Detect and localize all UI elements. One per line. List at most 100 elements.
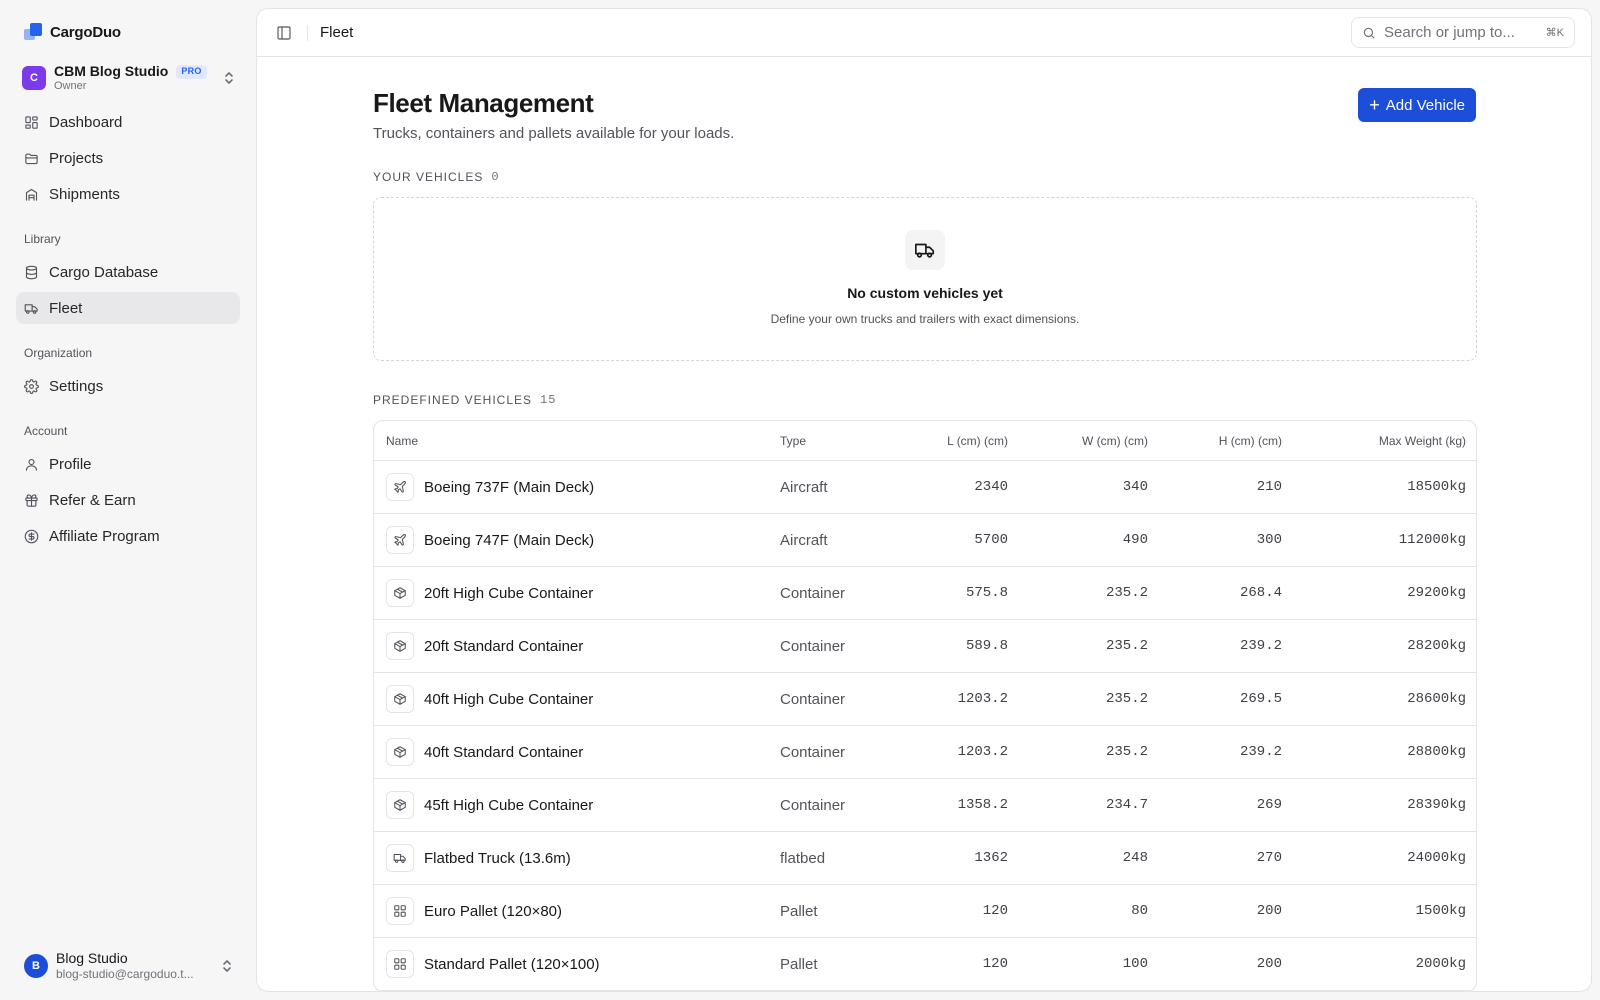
- org-switcher[interactable]: C CBM Blog Studio PRO Owner: [16, 63, 240, 92]
- vehicle-width: 234.7: [1105, 797, 1148, 813]
- vehicle-length: 2340: [974, 479, 1008, 495]
- vehicle-length: 1203.2: [957, 744, 1008, 760]
- table-row[interactable]: 40ft Standard Container Container 1203.2 23…: [374, 726, 1476, 779]
- brand-name: CargoDuo: [50, 23, 121, 41]
- truck-icon: [386, 844, 414, 872]
- nav-label: Refer & Earn: [49, 491, 136, 509]
- dollar-icon: [24, 529, 39, 543]
- vehicle-height: 300: [1256, 532, 1282, 548]
- vehicle-height: 200: [1256, 903, 1282, 919]
- vehicle-max-weight: 1500kg: [1415, 903, 1466, 919]
- predefined-vehicles-heading: PREDEFINED VEHICLES 15: [373, 393, 1477, 407]
- table-row[interactable]: 45ft High Cube Container Container 1358.2 2…: [374, 779, 1476, 832]
- add-vehicle-button[interactable]: + Add Vehicle: [1358, 88, 1476, 122]
- empty-state: No custom vehicles yet Define your own t…: [373, 197, 1477, 361]
- vehicle-type: flatbed: [780, 849, 826, 867]
- name-cell: Boeing 737F (Main Deck): [374, 473, 768, 501]
- vehicle-length: 1362: [974, 850, 1008, 866]
- your-vehicles-heading: YOUR VEHICLES 0: [373, 170, 1477, 184]
- table-row[interactable]: 40ft High Cube Container Container 1203.2 2…: [374, 673, 1476, 726]
- vehicle-length: 120: [982, 903, 1008, 919]
- table-row[interactable]: Flatbed Truck (13.6m) flatbed 1362 248 270 24…: [374, 832, 1476, 885]
- nav-item-fleet[interactable]: Fleet: [16, 292, 240, 324]
- vehicle-max-weight: 28390kg: [1407, 797, 1466, 813]
- nav-item-cargo-database[interactable]: Cargo Database: [16, 256, 240, 288]
- nav-label: Shipments: [49, 185, 120, 203]
- empty-state-description: Define your own trucks and trailers with…: [770, 312, 1080, 326]
- sidebar-toggle-icon: [277, 25, 291, 40]
- column-header-width[interactable]: W (cm) (cm): [1020, 434, 1160, 448]
- divider: [307, 24, 308, 41]
- column-header-length[interactable]: L (cm) (cm): [892, 434, 1020, 448]
- database-icon: [25, 265, 38, 279]
- table-row[interactable]: Standard Pallet (120×100) Pallet 120 100 200…: [374, 938, 1476, 991]
- table-row[interactable]: 20ft High Cube Container Container 575.8 23…: [374, 567, 1476, 620]
- pallet-icon: [386, 897, 414, 925]
- nav-section-organization: Organization: [24, 346, 93, 360]
- vehicle-length: 120: [982, 956, 1008, 972]
- vehicle-type: Container: [780, 690, 846, 708]
- nav-section-library: Library: [24, 232, 61, 246]
- brand[interactable]: CargoDuo: [16, 0, 240, 64]
- column-header-max-weight[interactable]: Max Weight (kg): [1294, 434, 1476, 448]
- vehicle-length: 575.8: [965, 585, 1008, 601]
- search-input[interactable]: Search or jump to... ⌘K: [1351, 17, 1575, 48]
- nav-section-account: Account: [24, 424, 68, 438]
- plane-icon: [386, 473, 414, 501]
- nav-item-shipments[interactable]: Shipments: [16, 178, 240, 210]
- nav-label: Profile: [49, 455, 92, 473]
- vehicle-max-weight: 28600kg: [1407, 691, 1466, 707]
- table-row[interactable]: Euro Pallet (120×80) Pallet 120 80 200 1500kg: [374, 885, 1476, 938]
- shipments-icon: [25, 188, 38, 201]
- plan-badge: PRO: [176, 65, 207, 79]
- vehicle-type: Pallet: [780, 902, 818, 920]
- column-header-type[interactable]: Type: [768, 434, 892, 448]
- topbar: Fleet Search or jump to... ⌘K: [257, 9, 1591, 57]
- cargoduo-logo-icon: [24, 23, 42, 41]
- user-email: blog-studio@cargoduo.t...: [56, 967, 194, 981]
- vehicle-type: Container: [780, 796, 846, 814]
- nav-item-settings[interactable]: Settings: [16, 370, 240, 402]
- page-title: Fleet Management: [373, 88, 594, 118]
- search-shortcut: ⌘K: [1545, 27, 1564, 39]
- section-title: YOUR VEHICLES: [373, 170, 484, 184]
- nav-item-refer-earn[interactable]: Refer & Earn: [16, 484, 240, 516]
- container-icon: [386, 738, 414, 766]
- nav-label: Dashboard: [49, 113, 123, 131]
- nav-label: Settings: [49, 377, 104, 395]
- vehicle-type: Container: [780, 743, 846, 761]
- name-cell: Euro Pallet (120×80): [374, 897, 768, 925]
- sidebar-toggle-button[interactable]: [273, 22, 295, 44]
- name-cell: 20ft Standard Container: [374, 632, 768, 660]
- folder-icon: [25, 153, 38, 164]
- table-row[interactable]: Boeing 737F (Main Deck) Aircraft 2340 340 21…: [374, 461, 1476, 514]
- user-menu[interactable]: B Blog Studio blog-studio@cargoduo.t...: [16, 950, 240, 983]
- user-icon: [25, 458, 38, 471]
- search-placeholder: Search or jump to...: [1384, 24, 1515, 41]
- column-header-name[interactable]: Name: [374, 434, 768, 448]
- table-row[interactable]: Boeing 747F (Main Deck) Aircraft 5700 490 30…: [374, 514, 1476, 567]
- add-vehicle-label: Add Vehicle: [1385, 96, 1465, 114]
- vehicle-width: 235.2: [1105, 691, 1148, 707]
- nav-item-projects[interactable]: Projects: [16, 142, 240, 174]
- column-header-height[interactable]: H (cm) (cm): [1160, 434, 1294, 448]
- vehicle-height: 239.2: [1239, 638, 1282, 654]
- empty-state-title: No custom vehicles yet: [847, 285, 1003, 301]
- vehicle-max-weight: 18500kg: [1407, 479, 1466, 495]
- vehicle-length: 5700: [974, 532, 1008, 548]
- vehicle-type: Aircraft: [780, 478, 828, 496]
- vehicle-width: 235.2: [1105, 638, 1148, 654]
- vehicles-table: Name Type L (cm) (cm) W (cm) (cm) H (cm)…: [373, 420, 1477, 991]
- nav-item-affiliate-program[interactable]: Affiliate Program: [16, 520, 240, 552]
- table-row[interactable]: 20ft Standard Container Container 589.8 235…: [374, 620, 1476, 673]
- page-content: Fleet Management Trucks, containers and …: [373, 57, 1477, 991]
- nav-item-profile[interactable]: Profile: [16, 448, 240, 480]
- user-name: Blog Studio: [56, 949, 128, 966]
- breadcrumb: Fleet: [320, 24, 354, 41]
- container-icon: [386, 791, 414, 819]
- name-cell: 20ft High Cube Container: [374, 579, 768, 607]
- vehicle-width: 235.2: [1105, 585, 1148, 601]
- vehicle-name: 20ft Standard Container: [424, 637, 584, 655]
- nav-item-dashboard[interactable]: Dashboard: [16, 106, 240, 138]
- vehicle-length: 1203.2: [957, 691, 1008, 707]
